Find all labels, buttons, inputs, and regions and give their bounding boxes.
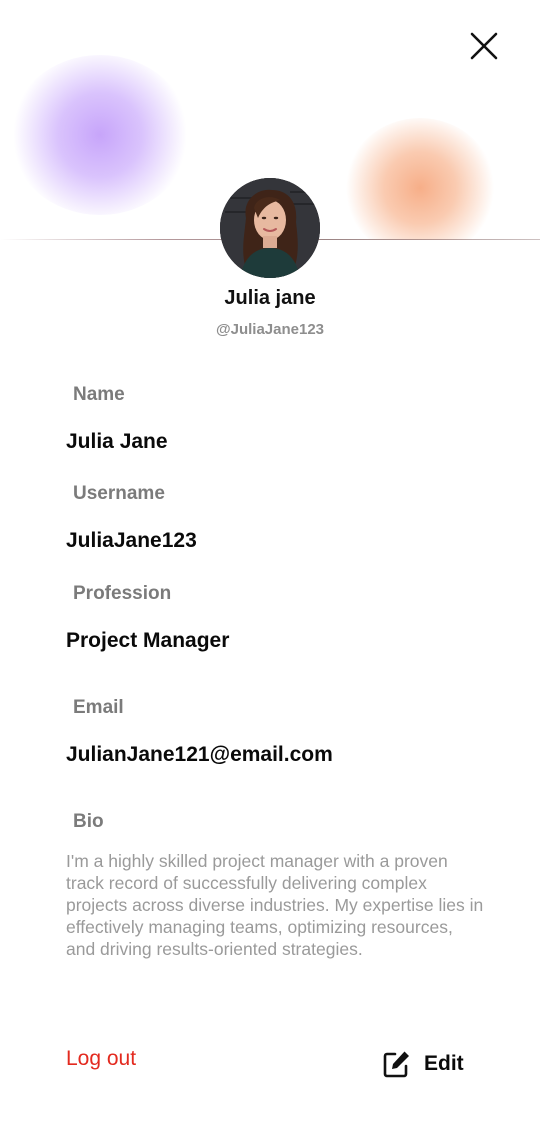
- name-label: Name: [73, 384, 125, 405]
- bio-label: Bio: [73, 811, 104, 832]
- edit-button[interactable]: Edit: [380, 1046, 464, 1082]
- profile-handle: @JuliaJane123: [215, 321, 325, 338]
- bio-text: I'm a highly skilled project manager wit…: [66, 851, 484, 959]
- close-icon: [470, 32, 498, 60]
- edit-icon: [383, 1051, 409, 1078]
- avatar: [220, 178, 320, 278]
- username-value: JuliaJane123: [66, 529, 197, 552]
- profile-display-name: Julia jane: [224, 287, 316, 309]
- email-value: JulianJane121@email.com: [66, 743, 333, 766]
- close-button[interactable]: [466, 28, 502, 64]
- email-label: Email: [73, 697, 124, 718]
- orange-glow-decoration: [345, 118, 495, 258]
- name-value: Julia Jane: [66, 430, 168, 453]
- profession-value: Project Manager: [66, 629, 230, 652]
- purple-glow-decoration: [10, 55, 190, 215]
- username-label: Username: [73, 483, 165, 504]
- edit-label: Edit: [424, 1052, 464, 1075]
- profession-label: Profession: [73, 583, 172, 604]
- logout-button[interactable]: Log out: [66, 1047, 136, 1071]
